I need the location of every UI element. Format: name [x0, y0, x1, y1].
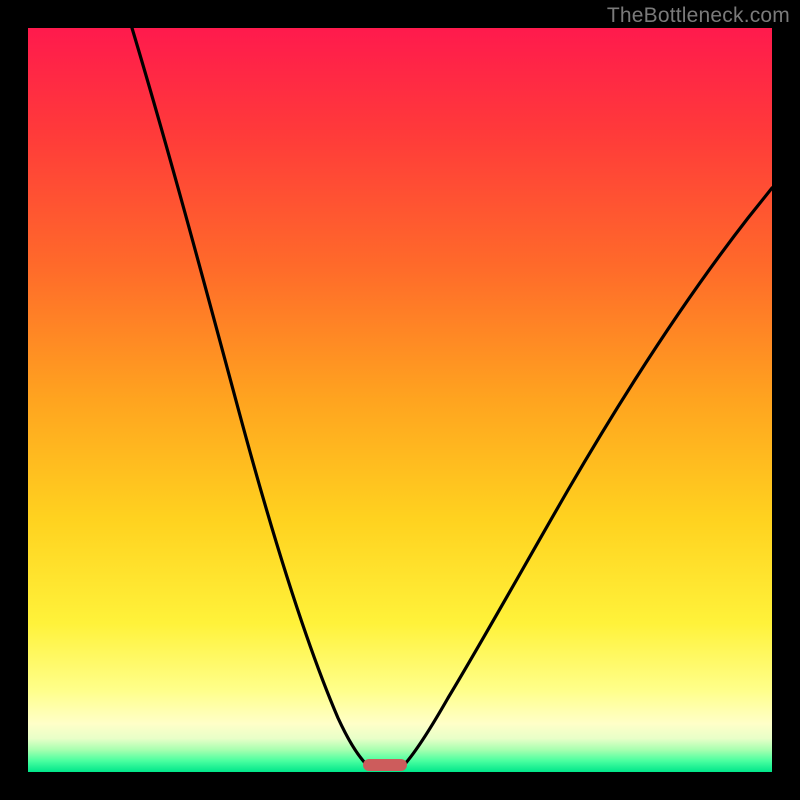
- plot-area: [28, 28, 772, 772]
- watermark-text: TheBottleneck.com: [607, 4, 790, 28]
- bottleneck-curve: [28, 28, 772, 772]
- curve-left-branch: [132, 28, 367, 765]
- curve-right-branch: [404, 188, 772, 765]
- optimal-marker: [363, 759, 407, 771]
- chart-frame: TheBottleneck.com: [0, 0, 800, 800]
